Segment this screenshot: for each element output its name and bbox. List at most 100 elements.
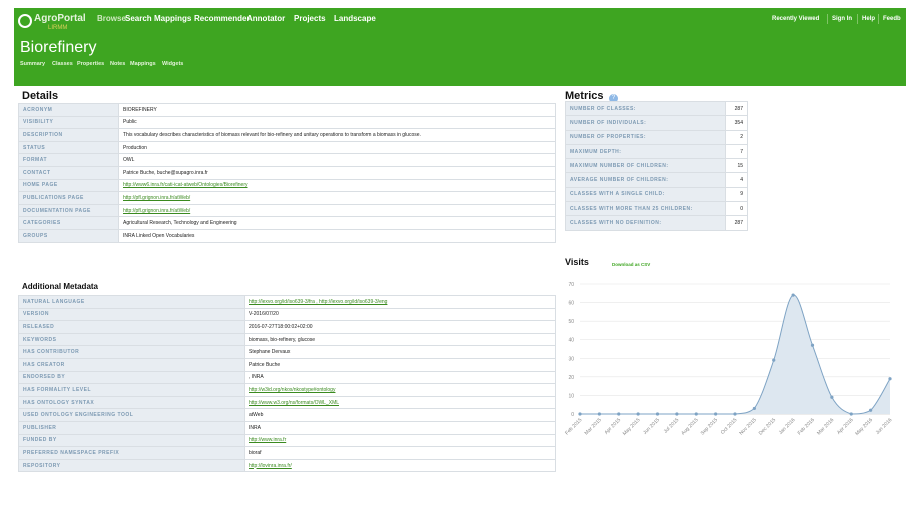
nav-mappings[interactable]: Mappings <box>154 14 191 23</box>
y-tick-label: 40 <box>568 338 574 344</box>
data-point <box>830 395 834 399</box>
table-row: DOCUMENTATION PAGE http://pfl.grignon.inr… <box>18 203 556 218</box>
row-label: CATEGORIES <box>18 216 119 230</box>
nav-annotator[interactable]: Annotator <box>247 14 285 23</box>
row-value: http://www.inra.fr <box>244 433 556 448</box>
additional-metadata-table: NATURAL LANGUAGE http://lexvo.org/id/iso6… <box>18 295 556 473</box>
tab-classes[interactable]: Classes <box>52 61 73 67</box>
y-tick-label: 20 <box>568 375 574 381</box>
row-value: Stephane Dervaux <box>244 345 556 359</box>
nav-divider <box>878 14 879 24</box>
y-tick-label: 10 <box>568 393 574 399</box>
row-value: 9 <box>725 186 748 203</box>
tab-mappings[interactable]: Mappings <box>130 61 156 67</box>
row-value: Patrice Buche, buche@supagro.inra.fr <box>118 165 556 180</box>
x-tick-label: Mar 2015 <box>584 417 603 436</box>
row-link[interactable]: http://w3id.org/nkos/nkostype#ontology <box>249 387 335 393</box>
row-label: DESCRIPTION <box>18 128 119 142</box>
row-value: 4 <box>725 172 748 188</box>
table-row: KEYWORDS biomass, bio-refinery, glucose <box>18 332 556 347</box>
tab-widgets[interactable]: Widgets <box>162 61 183 67</box>
visits-chart: 010203040506070Feb 2015 Mar 2015 Apr 2015 M… <box>564 282 893 437</box>
data-point <box>752 406 756 411</box>
table-row: USED ONTOLOGY ENGINEERING TOOL atWeb <box>18 408 556 422</box>
nav-projects[interactable]: Projects <box>294 14 326 23</box>
x-tick-label: Oct 2015 <box>720 417 739 436</box>
row-label: PUBLICATIONS PAGE <box>18 191 119 205</box>
nav-divider <box>827 14 828 24</box>
table-row: VISIBILITY Public <box>18 115 556 130</box>
row-link[interactable]: http://lexvo.org/id/iso639-3/fra , http:… <box>249 299 387 305</box>
tab-summary[interactable]: Summary <box>20 61 45 67</box>
row-label: NUMBER OF INDIVIDUALS: <box>565 115 726 131</box>
sign-in-link[interactable]: Sign In <box>832 16 852 22</box>
y-tick-label: 60 <box>568 301 574 307</box>
row-value: 2016-07-27T18:00:02+02:00 <box>244 320 556 334</box>
row-label: VISIBILITY <box>18 115 119 130</box>
row-link[interactable]: http://www.inra.fr <box>249 437 286 443</box>
table-row: CATEGORIES Agricultural Research, Technol… <box>18 216 556 230</box>
metrics-table: NUMBER OF CLASSES: 287 NUMBER OF INDIVIDUA… <box>565 100 748 231</box>
row-label: FUNDED BY <box>18 433 245 448</box>
download-csv-link[interactable]: Download as CSV <box>612 262 650 267</box>
tab-notes[interactable]: Notes <box>110 61 125 67</box>
table-row: HAS CREATOR Patrice Buche <box>18 357 556 372</box>
row-link[interactable]: http://www6.inra.fr/cati-icat-atweb/Onto… <box>123 182 248 188</box>
series-area <box>580 295 890 414</box>
row-label: DOCUMENTATION PAGE <box>18 203 119 218</box>
table-row: PREFERRED NAMESPACE PREFIX bioraf <box>18 446 556 460</box>
additional-metadata-heading: Additional Metadata <box>22 282 99 291</box>
data-point <box>617 412 621 416</box>
row-label: ENDORSED BY <box>18 370 245 385</box>
data-point <box>772 358 776 362</box>
x-tick-label: May 2015 <box>622 417 642 437</box>
row-link[interactable]: http://lovinra.inra.fr/ <box>249 463 292 469</box>
nav-browse[interactable]: Browse <box>97 14 126 23</box>
page: AgroPortal LIRMM Browse Search Mappings … <box>14 8 906 510</box>
nav-search[interactable]: Search <box>125 14 152 23</box>
row-value: http://www.w3.org/ns/formats/OWL_XML <box>244 395 556 410</box>
row-value: BIOREFINERY <box>118 103 556 117</box>
table-row: PUBLISHER INRA <box>18 420 556 435</box>
row-label: USED ONTOLOGY ENGINEERING TOOL <box>18 408 245 422</box>
details-heading: Details <box>22 90 59 102</box>
table-row: NUMBER OF CLASSES: 287 <box>565 100 748 117</box>
row-value: V-2016/07/20 <box>244 307 556 322</box>
data-point <box>655 412 660 416</box>
row-link[interactable]: http://www.w3.org/ns/formats/OWL_XML <box>249 400 339 406</box>
table-row: HAS CONTRIBUTOR Stephane Dervaux <box>18 345 556 359</box>
row-link[interactable]: http://pfl.grignon.inra.fr/atWeb/ <box>123 195 190 201</box>
row-value: Patrice Buche <box>244 357 556 372</box>
table-row: MAXIMUM NUMBER OF CHILDREN: 15 <box>565 158 748 174</box>
x-tick-label: Feb 2016 <box>797 417 816 436</box>
row-label: CONTACT <box>18 165 119 180</box>
row-label: HAS FORMALITY LEVEL <box>18 383 245 397</box>
table-row: FORMAT OWL <box>18 153 556 167</box>
row-label: NUMBER OF CLASSES: <box>565 100 726 117</box>
agroportal-logo[interactable]: AgroPortal LIRMM <box>18 12 88 38</box>
table-row: NUMBER OF PROPERTIES: 2 <box>565 129 748 145</box>
x-tick-label: Feb 2015 <box>564 417 583 436</box>
row-label: HAS CREATOR <box>18 357 245 372</box>
feedback-link[interactable]: Feedb <box>883 16 901 22</box>
row-value: , INRA <box>244 370 556 385</box>
nav-recommender[interactable]: Recommender <box>194 14 250 23</box>
details-table: ACRONYM BIOREFINERY VISIBILITY Public DESCRI… <box>18 103 556 243</box>
row-value: 287 <box>725 100 748 117</box>
table-row: ENDORSED BY, INRA <box>18 370 556 385</box>
help-link[interactable]: Help <box>862 16 875 22</box>
table-row: REPOSITORY http://lovinra.inra.fr/ <box>18 458 556 473</box>
data-point <box>578 412 582 416</box>
table-row: ACRONYM BIOREFINERY <box>18 103 556 117</box>
row-link[interactable]: http://pfl.grignon.inra.fr/atWeb/ <box>123 208 190 214</box>
header-bar: AgroPortal LIRMM Browse Search Mappings … <box>14 8 906 86</box>
row-label: HOME PAGE <box>18 178 119 193</box>
row-value: OWL <box>118 153 556 167</box>
row-label: PREFERRED NAMESPACE PREFIX <box>18 446 245 460</box>
nav-landscape[interactable]: Landscape <box>334 14 376 23</box>
row-label: CLASSES WITH NO DEFINITION: <box>565 215 726 231</box>
x-tick-label: Sep 2015 <box>700 417 720 437</box>
recently-viewed-menu[interactable]: Recently Viewed <box>772 16 819 22</box>
tab-properties[interactable]: Properties <box>77 61 104 67</box>
row-value: biomass, bio-refinery, glucose <box>244 332 556 347</box>
